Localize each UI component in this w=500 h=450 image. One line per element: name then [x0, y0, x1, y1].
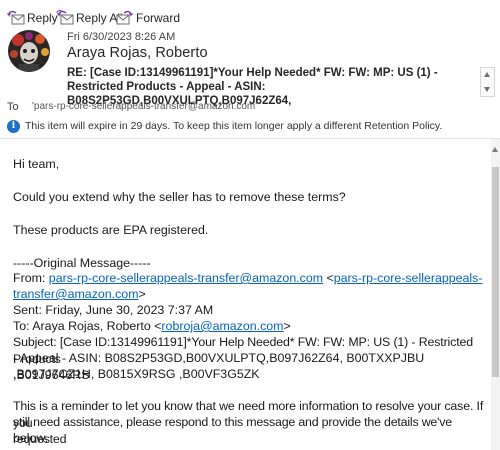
to-email-link[interactable]: robroja@amazon.com — [161, 319, 283, 333]
from-bracket-open: < — [323, 271, 334, 285]
epa-note: These products are EPA registered. — [13, 223, 209, 237]
to-label: To — [7, 101, 19, 113]
message-body: Hi team, Could you extend why the seller… — [0, 139, 491, 450]
message-date: Fri 6/30/2023 8:26 AM — [67, 31, 176, 43]
question-text: Could you extend why the seller has to r… — [13, 190, 346, 204]
info-icon: i — [7, 119, 20, 133]
to-recipient[interactable]: 'pars-rp-core-sellerappeals-transfer@ama… — [32, 101, 257, 112]
reply-label: Reply — [27, 11, 58, 25]
forward-icon — [116, 9, 134, 27]
reminder-line-3: below. — [13, 431, 49, 445]
from-email-link-2[interactable]: pars-rp-core-sellerappeals- — [334, 271, 483, 285]
retention-info-bar: i This item will expire in 29 days. To k… — [7, 118, 493, 134]
from-line-continued: transfer@amazon.com> — [13, 286, 487, 303]
subject-line-3: ,B097J7CZ1H, B0815X9RSG ,B00VF3G5ZK — [13, 367, 260, 381]
sent-line: Sent: Friday, June 30, 2023 7:37 AM — [13, 303, 214, 317]
to-line: To: Araya Rojas, Roberto <robroja@amazon… — [13, 318, 487, 335]
message-toolbar: Reply Reply All Forward — [0, 0, 500, 30]
scrollbar-thumb[interactable] — [492, 167, 499, 377]
reply-button[interactable]: Reply — [7, 9, 58, 27]
from-email-link-2-cont[interactable]: transfer@amazon.com — [13, 287, 139, 301]
greeting: Hi team, — [13, 157, 60, 171]
sender-avatar[interactable] — [8, 30, 50, 72]
forward-label: Forward — [136, 11, 181, 25]
from-line: From: pars-rp-core-sellerappeals-transfe… — [13, 270, 487, 287]
from-bracket-close: > — [138, 287, 146, 301]
reply-all-icon — [56, 9, 74, 27]
sender-name[interactable]: Araya Rojas, Roberto — [67, 45, 208, 61]
scroll-up-icon[interactable] — [484, 72, 490, 77]
retention-notice: This item will expire in 29 days. To kee… — [25, 120, 443, 132]
to-prefix: To: Araya Rojas, Roberto < — [13, 319, 162, 333]
forward-button[interactable]: Forward — [116, 9, 180, 27]
reply-icon — [7, 9, 25, 27]
from-label: From: — [13, 271, 49, 285]
to-suffix: > — [283, 319, 291, 333]
from-email-link[interactable]: pars-rp-core-sellerappeals-transfer@amaz… — [49, 271, 323, 285]
scroll-down-icon[interactable] — [484, 87, 490, 92]
reply-all-button[interactable]: Reply All — [56, 9, 123, 27]
subject-scroll-control[interactable] — [480, 67, 495, 97]
scrollbar-up-arrow-icon[interactable] — [492, 147, 498, 152]
body-scrollbar[interactable] — [491, 139, 500, 450]
